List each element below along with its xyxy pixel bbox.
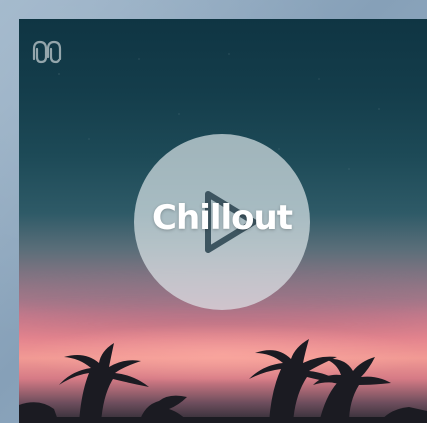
palm-tree-silhouettes — [19, 339, 427, 423]
wave-logo-icon — [32, 40, 62, 64]
play-button[interactable]: Chillout — [134, 134, 310, 310]
page-background: Chillout — [0, 0, 427, 423]
playlist-cover-card[interactable]: Chillout — [19, 19, 427, 423]
playlist-title: Chillout — [152, 198, 293, 238]
